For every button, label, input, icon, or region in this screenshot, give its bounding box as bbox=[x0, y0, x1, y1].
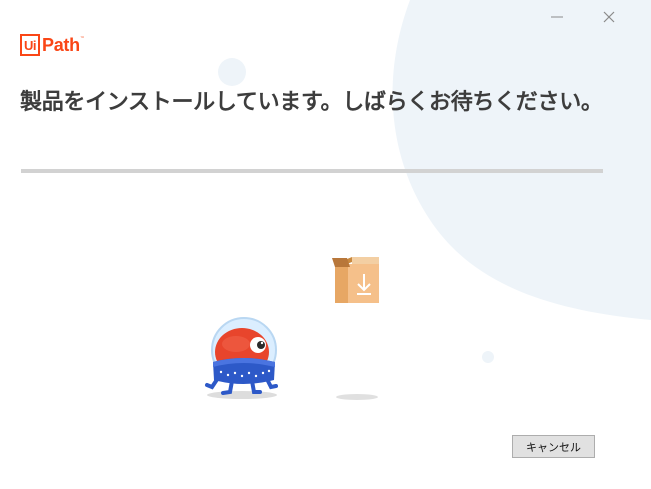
package-shadow bbox=[336, 394, 378, 400]
package-download-icon bbox=[332, 257, 379, 303]
robot-mascot-illustration bbox=[205, 317, 278, 399]
installing-animation bbox=[205, 257, 379, 400]
cancel-button[interactable]: キャンセル bbox=[512, 435, 595, 458]
installer-window: Ui Path ™ 製品をインストールしています。しばらくお待ちください。 キャ… bbox=[0, 0, 651, 489]
